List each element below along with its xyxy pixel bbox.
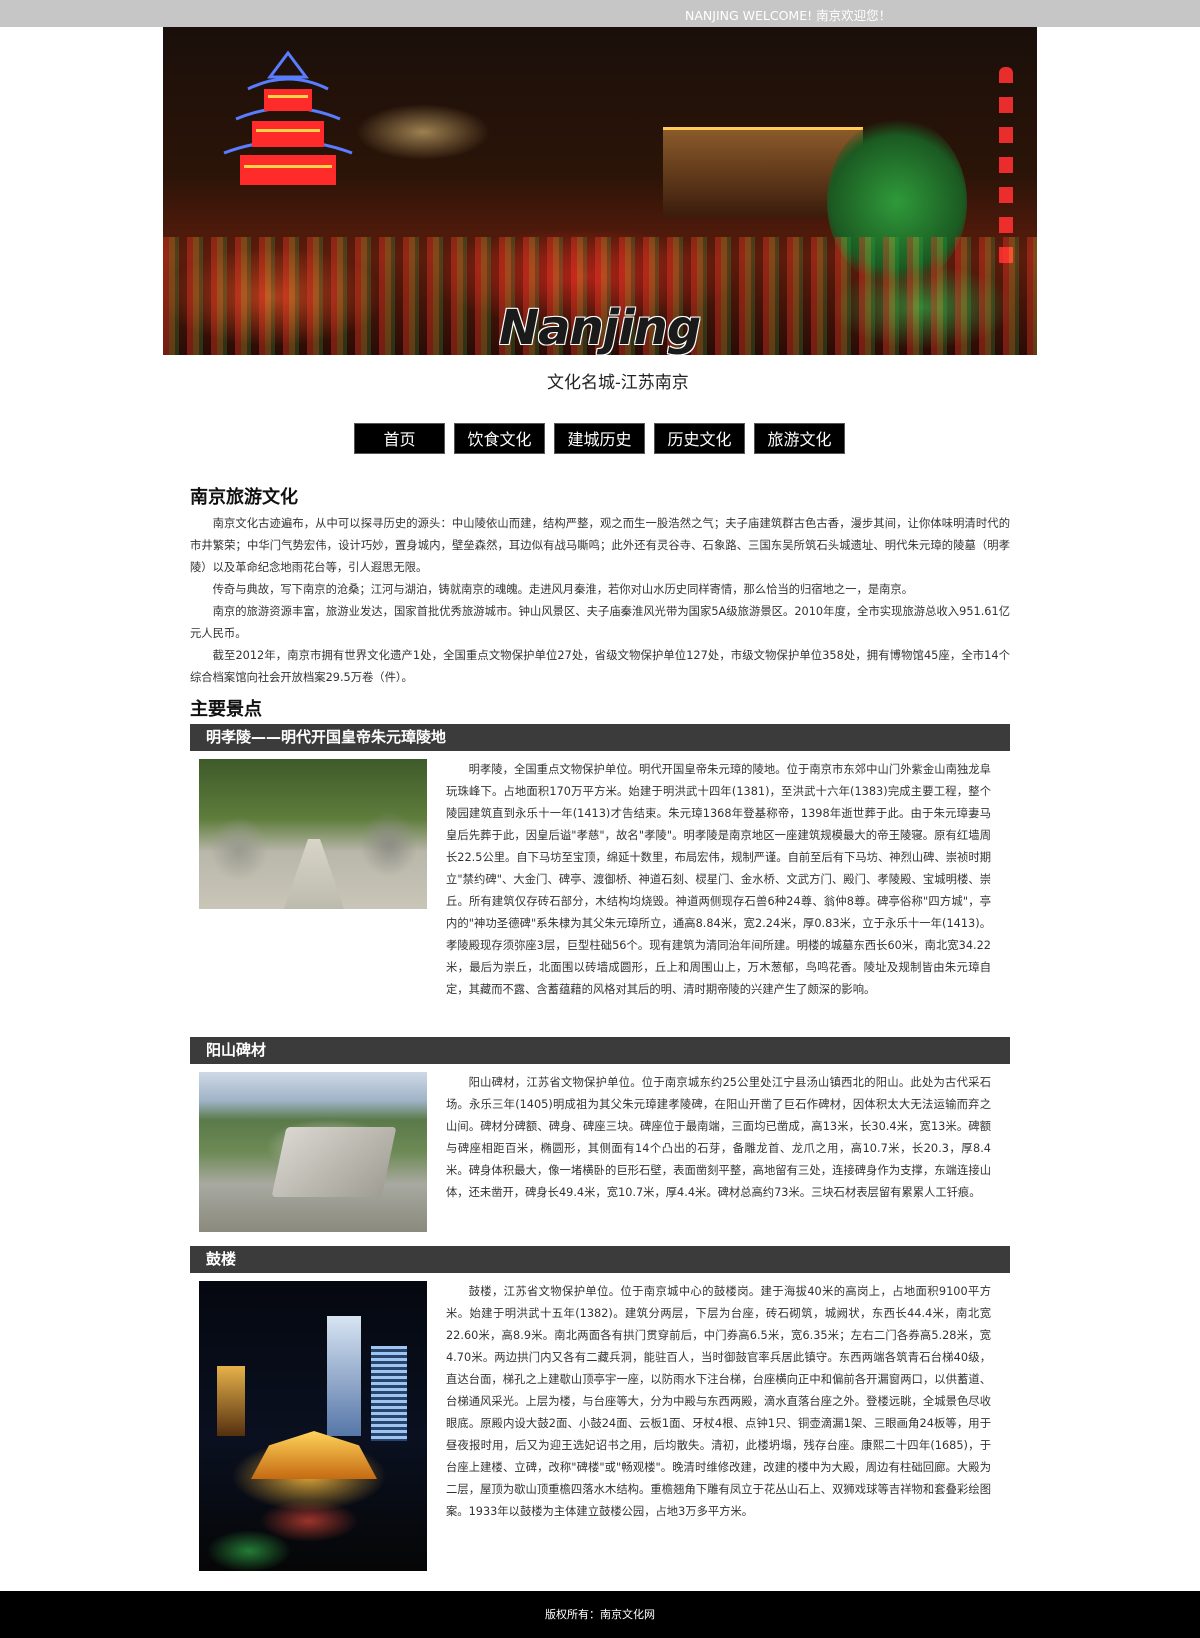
intro-paragraph: 截至2012年，南京市拥有世界文化遗产1处，全国重点文物保护单位27处，省级文物…	[190, 649, 1010, 684]
yangshan-photo	[199, 1072, 427, 1232]
ming-xiaoling-photo	[199, 759, 427, 909]
spot-heading: 鼓楼	[190, 1246, 1010, 1273]
welcome-bar: NANJING WELCOME! 南京欢迎您！	[0, 0, 1200, 27]
spot-description: 明孝陵，全国重点文物保护单位。明代开国皇帝朱元璋的陵地。位于南京市东郊中山门外紫…	[446, 763, 991, 996]
welcome-text: NANJING WELCOME! 南京欢迎您！	[685, 8, 892, 23]
nav-historical-culture[interactable]: 历史文化	[654, 423, 745, 454]
logo-subtitle: 文化名城-江苏南京	[547, 373, 689, 393]
nav-food-culture[interactable]: 饮食文化	[454, 423, 545, 454]
spot-drum-tower: 鼓楼 鼓楼，江苏省文物保护单位。位于南京城中心的鼓楼岗。建于海拔40米的高岗上，…	[190, 1246, 1010, 1573]
spot-description: 鼓楼，江苏省文物保护单位。位于南京城中心的鼓楼岗。建于海拔40米的高岗上，占地面…	[446, 1285, 991, 1518]
nav-home[interactable]: 首页	[354, 423, 445, 454]
main-content: 南京旅游文化 南京文化古迹遍布，从中可以探寻历史的源头：中山陵依山而建，结构严整…	[190, 483, 1010, 1573]
spot-heading: 阳山碑材	[190, 1037, 1010, 1064]
intro-text: 南京文化古迹遍布，从中可以探寻历史的源头：中山陵依山而建，结构严整，观之而生一股…	[190, 513, 1010, 689]
intro-paragraph: 传奇与典故，写下南京的沧桑；江河与湖泊，铸就南京的魂魄。走进风月秦淮，若你对山水…	[212, 583, 914, 596]
spot-description: 阳山碑材，江苏省文物保护单位。位于南京城东约25公里处江宁县汤山镇西北的阳山。此…	[446, 1076, 991, 1199]
intro-paragraph: 南京的旅游资源丰富，旅游业发达，国家首批优秀旅游城市。钟山风景区、夫子庙秦淮风光…	[190, 605, 1010, 640]
spot-ming-xiaoling: 明孝陵——明代开国皇帝朱元璋陵地 明孝陵，全国重点文物保护单位。明代开国皇帝朱元…	[190, 724, 1010, 1033]
drum-tower-photo	[199, 1281, 427, 1571]
spot-yangshan-steles: 阳山碑材 阳山碑材，江苏省文物保护单位。位于南京城东约25公里处江宁县汤山镇西北…	[190, 1037, 1010, 1244]
logo-wordmark: Nanjing	[499, 300, 701, 356]
section-title-tourism: 南京旅游文化	[190, 487, 298, 508]
copyright-text: 版权所有：南京文化网	[545, 1608, 655, 1621]
footer: 版权所有：南京文化网	[0, 1591, 1200, 1638]
nav-tourism-culture[interactable]: 旅游文化	[754, 423, 845, 454]
nav-city-history[interactable]: 建城历史	[554, 423, 645, 454]
spot-heading: 明孝陵——明代开国皇帝朱元璋陵地	[190, 724, 1010, 751]
intro-paragraph: 南京文化古迹遍布，从中可以探寻历史的源头：中山陵依山而建，结构严整，观之而生一股…	[190, 517, 1010, 574]
site-logo[interactable]: Nanjing 文化名城-江苏南京	[495, 300, 715, 393]
pagoda-illustration	[223, 50, 353, 185]
section-title-spots: 主要景点	[190, 699, 262, 720]
